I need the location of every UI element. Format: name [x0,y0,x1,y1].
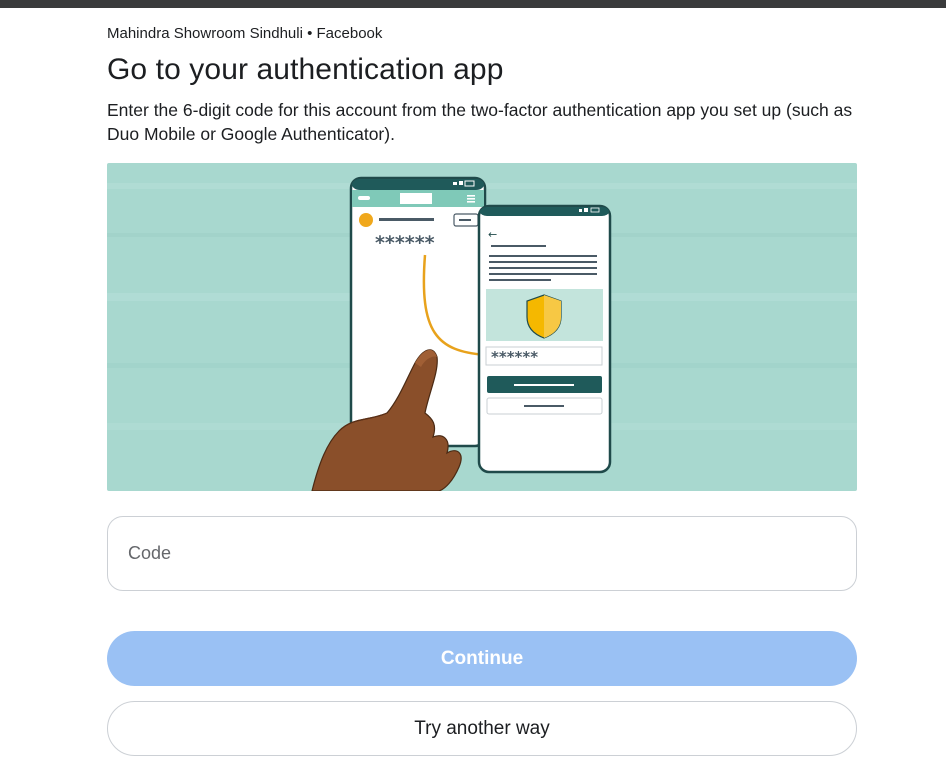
account-line: Mahindra Showroom Sindhuli • Facebook [107,25,383,42]
top-bar [0,0,946,8]
try-another-way-button[interactable]: Try another way [107,701,857,756]
phone-right: ← ****** [477,204,612,474]
svg-text:←: ← [488,228,497,241]
continue-button[interactable]: Continue [107,631,857,686]
code-input[interactable] [108,517,856,590]
page-description: Enter the 6-digit code for this account … [107,100,853,144]
authentication-illustration: + ****** ← ****** [107,163,857,491]
left-phone-code: ****** [375,232,435,254]
main-content: Mahindra Showroom Sindhuli • Facebook Go… [107,8,857,756]
page-title: Go to your authentication app [107,53,504,86]
svg-text:+: + [420,192,431,207]
right-phone-code: ****** [491,348,538,366]
code-field[interactable] [107,516,857,591]
